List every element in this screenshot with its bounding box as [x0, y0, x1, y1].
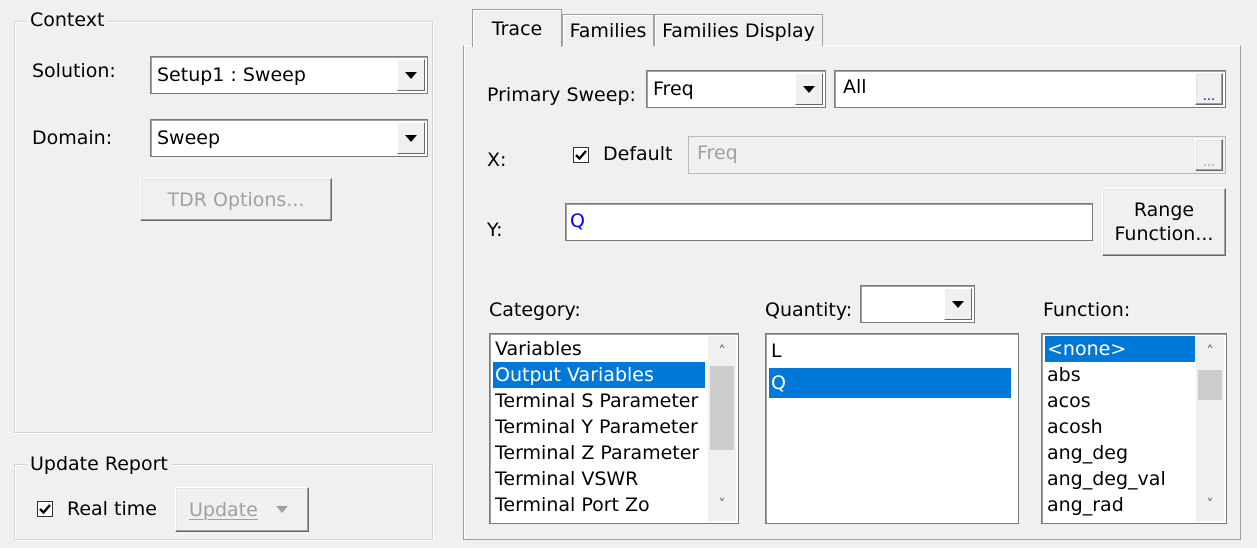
quantity-filter-select[interactable]	[860, 285, 975, 323]
solution-label: Solution:	[32, 60, 116, 82]
solution-dropdown-button[interactable]	[397, 59, 425, 91]
list-item[interactable]: Terminal Z Parameter	[493, 440, 705, 466]
x-field[interactable]: Freq ...	[688, 136, 1226, 174]
category-scrollbar[interactable]: ˄ ˅	[708, 336, 736, 521]
quantity-label: Quantity:	[765, 299, 853, 321]
range-function-button[interactable]: Range Function...	[1102, 188, 1226, 256]
domain-dropdown-button[interactable]	[397, 122, 425, 154]
x-default-label: Default	[603, 143, 673, 165]
scroll-up-icon[interactable]: ˄	[708, 342, 736, 362]
tab-families-display[interactable]: Families Display	[654, 14, 823, 46]
chevron-down-icon	[275, 506, 288, 513]
category-list[interactable]: Variables Output Variables Terminal S Pa…	[489, 333, 739, 524]
solution-value: Setup1 : Sweep	[157, 64, 306, 86]
function-scrollbar[interactable]: ˄ ˅	[1196, 336, 1224, 521]
scroll-down-icon[interactable]: ˅	[1196, 495, 1224, 515]
x-label: X:	[487, 149, 507, 171]
realtime-label: Real time	[67, 498, 157, 520]
scroll-up-icon[interactable]: ˄	[1196, 342, 1224, 362]
domain-select[interactable]: Sweep	[150, 119, 428, 157]
chevron-down-icon	[803, 85, 815, 93]
list-item[interactable]: Variables	[493, 336, 705, 362]
primary-sweep-label: Primary Sweep:	[487, 84, 636, 106]
y-label: Y:	[487, 219, 503, 241]
scroll-down-icon[interactable]: ˅	[708, 495, 736, 515]
scrollbar-thumb[interactable]	[1198, 370, 1222, 400]
list-item[interactable]: acos	[1045, 388, 1195, 414]
sweep-range-field[interactable]: All ...	[834, 70, 1226, 108]
tab-families[interactable]: Families	[562, 14, 654, 46]
list-item[interactable]: L	[769, 338, 1011, 364]
list-item[interactable]: Terminal Y Parameter	[493, 414, 705, 440]
scrollbar-thumb[interactable]	[710, 366, 734, 450]
domain-value: Sweep	[157, 127, 221, 149]
tab-families-display-label: Families Display	[662, 19, 815, 42]
quantity-list[interactable]: L Q	[765, 333, 1019, 524]
chevron-down-icon	[405, 134, 417, 142]
function-label: Function:	[1043, 299, 1131, 321]
realtime-checkbox[interactable]	[37, 501, 53, 517]
sweep-range-value: All	[843, 76, 867, 98]
x-value: Freq	[697, 142, 738, 164]
list-item[interactable]: ang_rad	[1045, 492, 1195, 518]
list-item[interactable]: acosh	[1045, 414, 1195, 440]
function-list[interactable]: <none> abs acos acosh ang_deg ang_deg_va…	[1041, 333, 1227, 524]
list-item[interactable]: Terminal S Parameter	[493, 388, 705, 414]
update-button[interactable]: Update	[175, 487, 309, 532]
range-function-line2: Function...	[1114, 223, 1214, 245]
tdr-options-button[interactable]: TDR Options...	[140, 178, 332, 221]
list-item[interactable]: ang_deg	[1045, 440, 1195, 466]
chevron-down-icon	[405, 71, 417, 79]
category-label: Category:	[489, 299, 581, 321]
sweep-range-ellipsis-button[interactable]: ...	[1195, 73, 1223, 105]
domain-label: Domain:	[32, 127, 113, 149]
list-item[interactable]: Terminal VSWR	[493, 466, 705, 492]
list-item[interactable]: Q	[769, 368, 1011, 398]
tab-trace-label: Trace	[491, 17, 543, 40]
primary-sweep-dropdown-button[interactable]	[795, 73, 823, 105]
update-report-legend: Update Report	[27, 453, 171, 475]
quantity-filter-dropdown-button[interactable]	[944, 288, 972, 320]
tab-trace[interactable]: Trace	[472, 9, 562, 47]
primary-sweep-value: Freq	[653, 78, 694, 100]
primary-sweep-select[interactable]: Freq	[646, 70, 826, 108]
x-default-checkbox[interactable]	[573, 147, 589, 163]
solution-select[interactable]: Setup1 : Sweep	[150, 56, 428, 94]
chevron-down-icon	[952, 300, 964, 308]
list-item[interactable]: <none>	[1045, 336, 1195, 362]
list-item[interactable]: Terminal Port Zo	[493, 492, 705, 518]
list-item[interactable]: abs	[1045, 362, 1195, 388]
update-button-label: Update	[189, 498, 258, 521]
list-item[interactable]: Output Variables	[493, 362, 705, 388]
checkmark-icon	[39, 504, 51, 515]
x-ellipsis-button[interactable]: ...	[1195, 139, 1223, 171]
range-function-line1: Range	[1133, 199, 1195, 221]
y-value: Q	[570, 210, 585, 232]
checkmark-icon	[575, 150, 587, 161]
tab-families-label: Families	[569, 19, 647, 42]
list-item[interactable]: ang_deg_val	[1045, 466, 1195, 492]
context-legend: Context	[27, 9, 108, 31]
y-expression-input[interactable]: Q	[565, 203, 1093, 241]
